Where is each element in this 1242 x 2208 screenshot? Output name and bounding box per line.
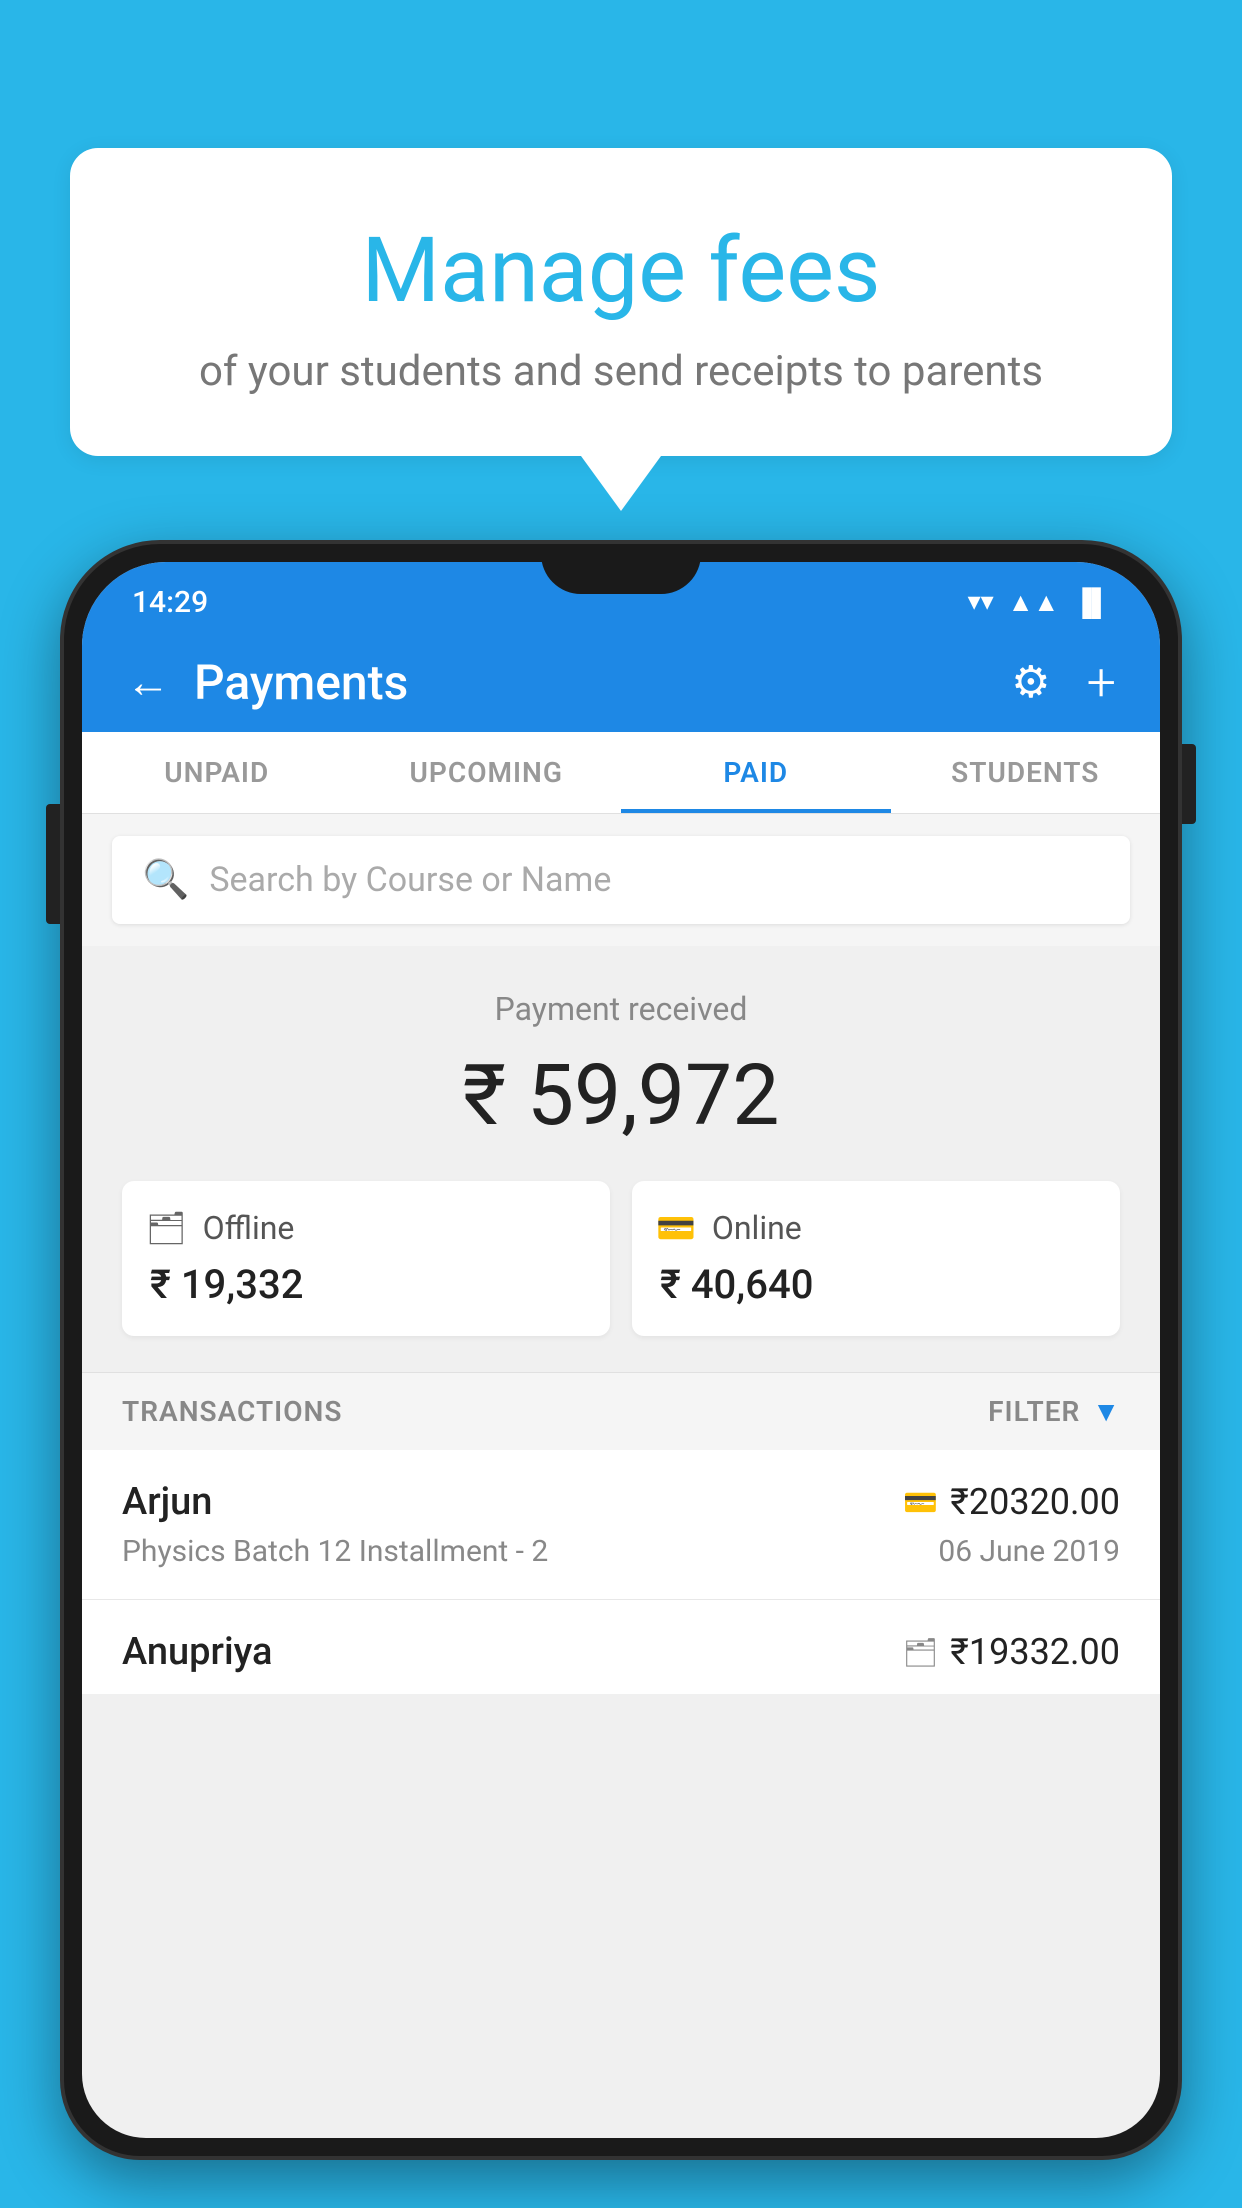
search-box[interactable]: 🔍 Search by Course or Name [112,836,1130,924]
filter-icon: ▼ [1092,1395,1120,1428]
online-icon: 💳 [656,1209,696,1247]
speech-bubble-section: Manage fees of your students and send re… [70,148,1172,511]
phone-notch [541,544,701,594]
card-payment-icon: 💳 [903,1486,938,1519]
online-label: Online [712,1209,802,1247]
tab-paid[interactable]: PAID [621,732,891,813]
transaction-course: Physics Batch 12 Installment - 2 [122,1534,548,1569]
transaction-row-bottom: Physics Batch 12 Installment - 2 06 June… [122,1534,1120,1569]
online-card-header: 💳 Online [656,1209,802,1247]
tab-students[interactable]: STUDENTS [891,732,1161,813]
battery-icon: ▐▌ [1073,587,1110,618]
tab-unpaid[interactable]: UNPAID [82,732,352,813]
tabs-bar: UNPAID UPCOMING PAID STUDENTS [82,732,1160,814]
speech-bubble-title: Manage fees [150,218,1092,323]
header-right: ⚙ + [1011,652,1116,713]
status-time: 14:29 [132,585,208,620]
payment-summary: Payment received ₹ 59,972 🗂 Offline ₹ 19… [82,946,1160,1372]
transaction-item-anupriya[interactable]: Anupriya 🗂 ₹19332.00 [82,1600,1160,1694]
signal-icon: ▲▲ [1008,587,1059,618]
app-header: ← Payments ⚙ + [82,632,1160,732]
phone-frame: 14:29 ▾▾ ▲▲ ▐▌ ← Payments ⚙ + [60,540,1182,2160]
filter-label: FILTER [988,1395,1080,1428]
header-title: Payments [194,654,408,711]
search-input[interactable]: Search by Course or Name [209,860,611,900]
online-card: 💳 Online ₹ 40,640 [632,1181,1120,1336]
speech-bubble-pointer [581,456,661,511]
transaction-name-2: Anupriya [122,1630,272,1674]
transaction-name: Arjun [122,1480,212,1524]
offline-payment-icon: 🗂 [903,1636,939,1669]
back-button[interactable]: ← [126,656,170,708]
transaction-item-arjun[interactable]: Arjun 💳 ₹20320.00 Physics Batch 12 Insta… [82,1450,1160,1600]
payment-total-amount: ₹ 59,972 [122,1046,1120,1145]
search-icon: 🔍 [142,858,189,902]
transaction-row-top-2: Anupriya 🗂 ₹19332.00 [122,1630,1120,1674]
offline-icon: 🗂 [146,1209,187,1247]
offline-card: 🗂 Offline ₹ 19,332 [122,1181,610,1336]
speech-bubble-subtitle: of your students and send receipts to pa… [150,347,1092,396]
transaction-amount-row: 💳 ₹20320.00 [903,1481,1120,1523]
transaction-date: 06 June 2019 [938,1534,1120,1569]
offline-card-header: 🗂 Offline [146,1209,294,1247]
tab-upcoming[interactable]: UPCOMING [352,732,622,813]
transactions-header: TRANSACTIONS FILTER ▼ [82,1372,1160,1450]
transaction-amount-2: ₹19332.00 [950,1631,1120,1673]
search-section: 🔍 Search by Course or Name [82,814,1160,946]
phone-screen: 14:29 ▾▾ ▲▲ ▐▌ ← Payments ⚙ + [82,562,1160,2138]
header-left: ← Payments [126,654,408,711]
phone-mockup: 14:29 ▾▾ ▲▲ ▐▌ ← Payments ⚙ + [60,540,1182,2208]
transaction-amount: ₹20320.00 [950,1481,1120,1523]
filter-row[interactable]: FILTER ▼ [988,1395,1120,1428]
payment-cards: 🗂 Offline ₹ 19,332 💳 Online ₹ 40,640 [122,1181,1120,1336]
settings-icon[interactable]: ⚙ [1011,656,1050,708]
offline-label: Offline [203,1209,295,1247]
offline-amount: ₹ 19,332 [146,1261,303,1308]
transaction-row-top: Arjun 💳 ₹20320.00 [122,1480,1120,1524]
wifi-icon: ▾▾ [968,587,994,617]
speech-bubble: Manage fees of your students and send re… [70,148,1172,456]
transactions-label: TRANSACTIONS [122,1395,342,1428]
payment-received-label: Payment received [122,990,1120,1028]
status-icons: ▾▾ ▲▲ ▐▌ [968,587,1110,618]
add-button[interactable]: + [1087,652,1116,713]
transaction-amount-row-2: 🗂 ₹19332.00 [903,1631,1120,1673]
online-amount: ₹ 40,640 [656,1261,813,1308]
